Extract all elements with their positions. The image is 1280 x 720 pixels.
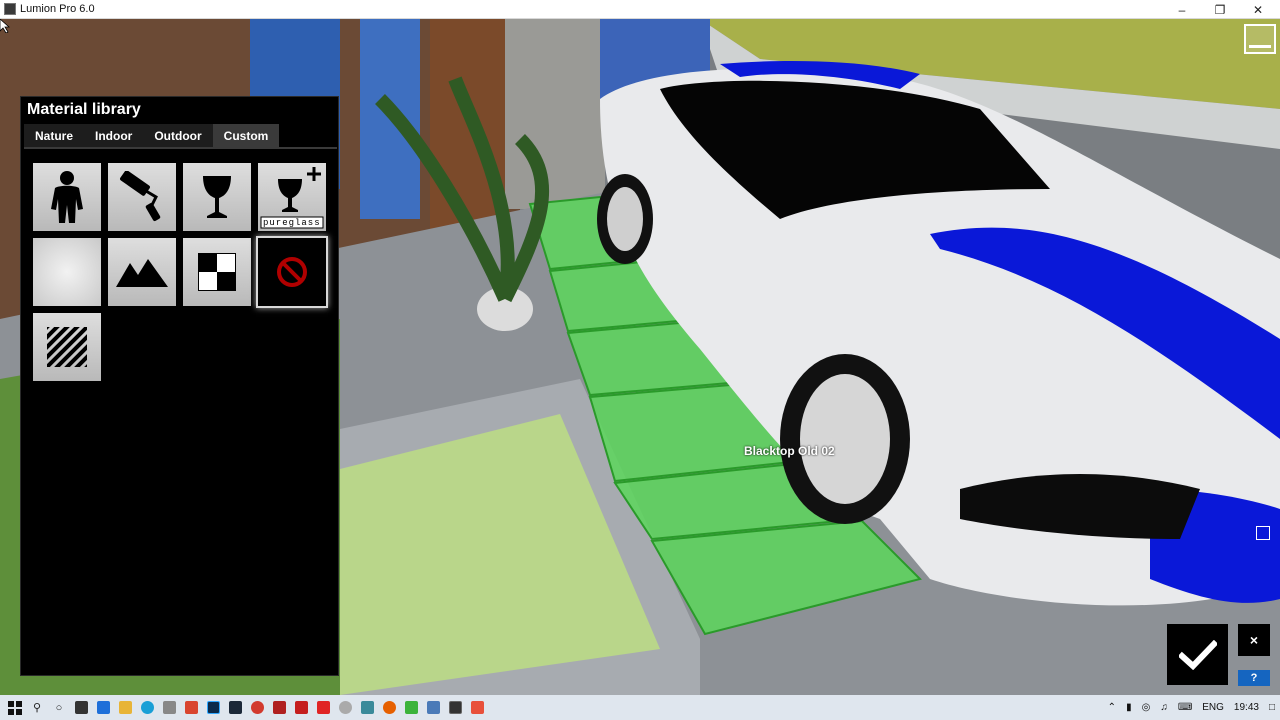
material-tile-pureglass[interactable]: pureglass: [258, 163, 326, 231]
paint-roller-icon: [120, 171, 161, 222]
material-tile-checker[interactable]: [183, 238, 251, 306]
notification-icon[interactable]: □: [1269, 702, 1275, 713]
tab-underline: [24, 147, 337, 149]
firefox-icon[interactable]: [380, 699, 398, 717]
store-icon[interactable]: [72, 699, 90, 717]
clock[interactable]: 19:43: [1234, 702, 1259, 713]
cancel-button[interactable]: ×: [1238, 624, 1270, 656]
tab-custom[interactable]: Custom: [212, 124, 280, 147]
lumion-icon[interactable]: [446, 699, 464, 717]
material-tile-landscape[interactable]: [108, 238, 176, 306]
taskbar: ⚲ ○ ⌃ ▮ ◎ ♫ ⌨ ENG 19:43 □: [0, 695, 1280, 720]
pointer-icon: [0, 19, 10, 33]
app-icon: [4, 3, 16, 15]
camera-icon[interactable]: [1256, 526, 1270, 540]
weather-icon[interactable]: [160, 699, 178, 717]
material-tile-stripes[interactable]: [33, 313, 101, 381]
material-tile-glass[interactable]: [183, 163, 251, 231]
minimize-button[interactable]: –: [1162, 0, 1202, 19]
app-icon-orange[interactable]: [468, 699, 486, 717]
no-material-icon: [277, 257, 307, 287]
material-tile-blank[interactable]: [33, 238, 101, 306]
restore-button[interactable]: ❐: [1200, 0, 1240, 19]
chrome-icon[interactable]: [248, 699, 266, 717]
pdf-icon[interactable]: [314, 699, 332, 717]
landscape-icon: [116, 259, 168, 287]
search-icon[interactable]: ⚲: [28, 699, 46, 717]
app-icon-teal[interactable]: [358, 699, 376, 717]
edge-icon[interactable]: [138, 699, 156, 717]
checkmark-icon: [1178, 639, 1217, 670]
material-tabs: Nature Indoor Outdoor Custom: [24, 124, 280, 147]
windows-start-icon[interactable]: [6, 699, 24, 717]
tab-nature[interactable]: Nature: [24, 124, 85, 147]
help-button[interactable]: ?: [1238, 670, 1270, 686]
chevron-up-icon[interactable]: ⌃: [1108, 702, 1116, 713]
confirm-button[interactable]: [1167, 624, 1228, 685]
app-icon-dark[interactable]: [270, 699, 288, 717]
camtasia-icon[interactable]: [402, 699, 420, 717]
material-tile-person[interactable]: [33, 163, 101, 231]
steam-icon[interactable]: [226, 699, 244, 717]
battery-icon[interactable]: ▮: [1126, 702, 1132, 713]
title-bar: Lumion Pro 6.0 – ❐ ✕: [0, 0, 1280, 19]
material-library-panel: Material library Nature Indoor Outdoor C…: [20, 96, 339, 676]
material-pick-label: Blacktop Old 02: [744, 444, 835, 458]
tab-indoor[interactable]: Indoor: [84, 124, 144, 147]
view-toggle-button[interactable]: [1244, 24, 1276, 54]
stripes-icon: [47, 327, 87, 367]
volume-icon[interactable]: ♫: [1160, 702, 1168, 713]
photoshop-icon[interactable]: [204, 699, 222, 717]
checker-icon: [198, 253, 236, 291]
task-view-icon[interactable]: ○: [50, 699, 68, 717]
system-tray: ⌃ ▮ ◎ ♫ ⌨ ENG 19:43 □: [1103, 695, 1280, 720]
file-explorer-icon[interactable]: [116, 699, 134, 717]
glass-icon: [203, 176, 231, 218]
material-tile-none[interactable]: [258, 238, 326, 306]
app-icon-red[interactable]: [182, 699, 200, 717]
keyboard-icon[interactable]: ⌨: [1178, 702, 1192, 713]
mail-icon[interactable]: [94, 699, 112, 717]
window-title: Lumion Pro 6.0: [20, 3, 95, 15]
material-tile-paint[interactable]: [108, 163, 176, 231]
language-indicator[interactable]: ENG: [1202, 702, 1224, 713]
person-icon: [51, 171, 83, 223]
pureglass-caption: pureglass: [263, 218, 321, 228]
app-icon-gray[interactable]: [336, 699, 354, 717]
network-icon[interactable]: ◎: [1142, 702, 1151, 713]
acrobat-icon[interactable]: [292, 699, 310, 717]
tab-outdoor[interactable]: Outdoor: [143, 124, 213, 147]
panel-title: Material library: [27, 101, 141, 118]
app-icon-blue[interactable]: [424, 699, 442, 717]
close-window-button[interactable]: ✕: [1238, 0, 1278, 19]
